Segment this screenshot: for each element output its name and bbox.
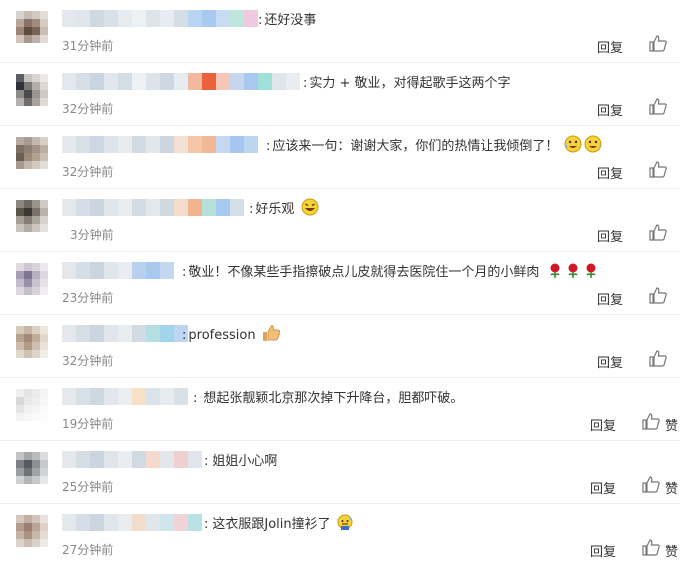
reply-button[interactable]: 回复 <box>597 352 623 371</box>
comment-item: : 这衣服跟Jolin撞衫了 27分钟前 回复 赞 <box>0 504 680 567</box>
username-blurred[interactable] <box>62 514 202 531</box>
comment-item: : 想起张靓颖北京那次掉下升降台，胆都吓破。 19分钟前 回复 赞 <box>0 378 680 441</box>
like-icon[interactable] <box>642 476 662 494</box>
like-label[interactable]: 赞 <box>665 541 678 560</box>
username-blurred[interactable] <box>62 73 300 90</box>
comment-text: : 敬业！不像某些手指擦破点儿皮就得去医院住一个月的小鲜肉 <box>182 261 598 280</box>
comment-text: : 姐姐小心啊 <box>204 454 278 469</box>
user-avatar[interactable] <box>16 74 48 106</box>
comment-text: : 想起张靓颖北京那次掉下升降台，胆都吓破。 <box>193 391 464 406</box>
comment-time: 23分钟前 <box>62 291 114 305</box>
comment-time: 32分钟前 <box>62 102 114 116</box>
reply-button[interactable]: 回复 <box>597 226 623 245</box>
user-avatar[interactable] <box>16 137 48 169</box>
sweating-emoji-icon <box>337 514 353 530</box>
username-blurred[interactable] <box>62 10 258 27</box>
comment-time: 25分钟前 <box>62 480 114 494</box>
like-icon[interactable] <box>649 161 669 179</box>
like-icon[interactable] <box>642 539 662 557</box>
thumbs-up-emoji-icon <box>262 325 280 341</box>
comment-time: 32分钟前 <box>62 354 114 368</box>
reply-button[interactable]: 回复 <box>597 100 623 119</box>
crying-laugh-emoji-icon <box>564 135 602 153</box>
user-avatar[interactable] <box>16 326 48 358</box>
comment-text: : 好乐观 <box>249 198 320 217</box>
user-avatar[interactable] <box>16 452 48 484</box>
user-avatar[interactable] <box>16 263 48 295</box>
comment-list: : 还好没事 31分钟前 回复 : 实力 + 敬业，对得起歌手这两个字 32分钟前 … <box>0 0 680 566</box>
username-blurred[interactable] <box>62 325 188 342</box>
like-label[interactable]: 赞 <box>665 415 678 434</box>
username-blurred[interactable] <box>62 451 202 468</box>
comment-time: 32分钟前 <box>62 165 114 179</box>
username-blurred[interactable] <box>62 388 188 405</box>
reply-button[interactable]: 回复 <box>590 541 616 560</box>
user-avatar[interactable] <box>16 11 48 43</box>
comment-item: : 敬业！不像某些手指擦破点儿皮就得去医院住一个月的小鲜肉 23分钟前 回复 <box>0 252 680 315</box>
comment-text: : 这衣服跟Jolin撞衫了 <box>204 513 354 532</box>
reply-button[interactable]: 回复 <box>597 289 623 308</box>
username-blurred[interactable] <box>62 199 244 216</box>
laughing-emoji-icon <box>301 198 319 216</box>
reply-button[interactable]: 回复 <box>590 415 616 434</box>
comment-time: 31分钟前 <box>62 39 114 53</box>
comment-item: : 实力 + 敬业，对得起歌手这两个字 32分钟前 回复 <box>0 63 680 126</box>
comment-text: : 还好没事 <box>258 13 317 28</box>
comment-item: : 还好没事 31分钟前 回复 <box>0 0 680 63</box>
username-blurred[interactable] <box>62 262 174 279</box>
like-icon[interactable] <box>642 413 662 431</box>
user-avatar[interactable] <box>16 515 48 547</box>
comment-text: : 应该来一句：谢谢大家，你们的热情让我倾倒了！ <box>266 135 604 154</box>
user-avatar[interactable] <box>16 200 48 232</box>
username-blurred[interactable] <box>62 136 258 153</box>
like-icon[interactable] <box>649 98 669 116</box>
comment-item: : 应该来一句：谢谢大家，你们的热情让我倾倒了！ 32分钟前 回复 <box>0 126 680 189</box>
rose-icon <box>567 263 578 278</box>
like-icon[interactable] <box>649 350 669 368</box>
comment-item: : 好乐观 3分钟前 回复 <box>0 189 680 252</box>
like-icon[interactable] <box>649 224 669 242</box>
comment-item: : profession 32分钟前 回复 <box>0 315 680 378</box>
comment-item: : 姐姐小心啊 25分钟前 回复 赞 <box>0 441 680 504</box>
rose-icon <box>549 263 560 278</box>
user-avatar[interactable] <box>16 389 48 421</box>
comment-text: : profession <box>182 324 281 343</box>
like-label[interactable]: 赞 <box>665 478 678 497</box>
comment-time: 19分钟前 <box>62 417 114 431</box>
comment-time: 27分钟前 <box>62 543 114 557</box>
comment-time: 3分钟前 <box>70 228 114 242</box>
like-icon[interactable] <box>649 35 669 53</box>
reply-button[interactable]: 回复 <box>597 163 623 182</box>
reply-button[interactable]: 回复 <box>597 37 623 56</box>
rose-icon <box>585 263 596 278</box>
reply-button[interactable]: 回复 <box>590 478 616 497</box>
comment-text: : 实力 + 敬业，对得起歌手这两个字 <box>303 76 511 91</box>
like-icon[interactable] <box>649 287 669 305</box>
